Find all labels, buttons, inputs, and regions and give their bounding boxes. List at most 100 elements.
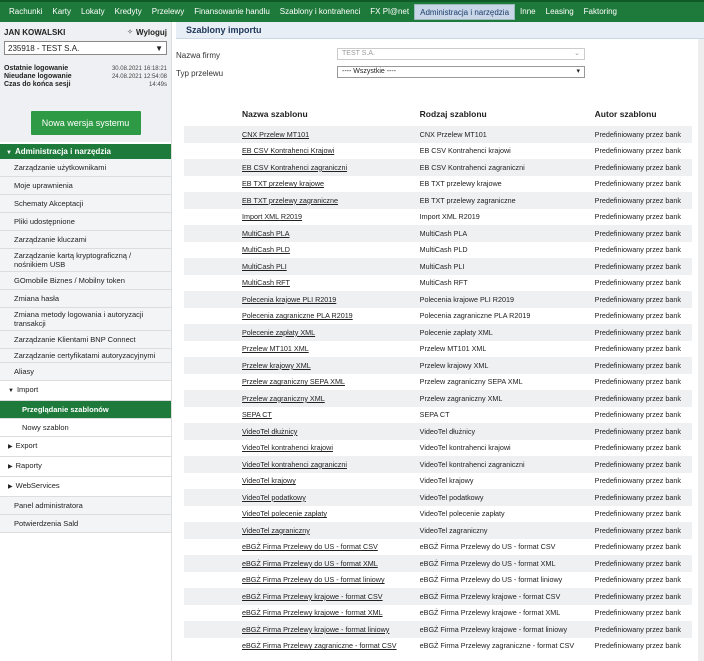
table-row: Import XML R2019 Import XML R2019 Predefin… <box>184 208 692 225</box>
template-name-link[interactable]: EB CSV Kontrahenci Krajowi <box>184 142 414 159</box>
nav-item[interactable]: Leasing <box>541 4 579 20</box>
nav-item[interactable]: Przelewy <box>147 4 189 20</box>
template-name-link[interactable]: VideoTel kontrahenci krajowi <box>184 439 414 456</box>
template-type: VideoTel krajowy <box>413 472 589 489</box>
template-name-link[interactable]: VideoTel dłużnicy <box>184 423 414 440</box>
template-author: Predefiniowany przez bank <box>588 621 692 638</box>
col-header-author: Autor szablonu <box>594 109 657 119</box>
menu-item[interactable]: GOmobile Biznes / Mobilny token <box>0 272 171 290</box>
menu-item[interactable]: Aliasy <box>0 363 171 381</box>
table-row: Polecenia zagraniczne PLA R2019 Polecenia… <box>184 307 692 324</box>
table-row: VideoTel podatkowy VideoTel podatkowy Pred… <box>184 489 692 506</box>
template-author: Predefiniowany przez bank <box>588 142 692 159</box>
template-name-link[interactable]: VideoTel kontrahenci zagraniczni <box>184 456 414 473</box>
menu-item-new-template[interactable]: Nowy szablon <box>0 419 171 437</box>
template-name-link[interactable]: MultiCash PLA <box>184 225 414 242</box>
sidebar: JAN KOWALSKI ✧ Wyloguj 235918 - TEST S.A… <box>0 22 172 661</box>
template-type: MultiCash PLD <box>413 241 589 258</box>
template-name-link[interactable]: Polecenia zagraniczne PLA R2019 <box>184 307 414 324</box>
menu-item-label: Zmiana hasła <box>14 294 60 303</box>
template-author: Predefiniowany przez bank <box>588 159 692 176</box>
template-name-link[interactable]: Przelew MT101 XML <box>184 340 414 357</box>
nav-item[interactable]: Rachunki <box>4 4 47 20</box>
template-name-link[interactable]: Polecenia krajowe PLI R2019 <box>184 291 414 308</box>
template-name-link[interactable]: MultiCash PLD <box>184 241 414 258</box>
template-name-link[interactable]: Przelew zagraniczny SEPA XML <box>184 373 414 390</box>
template-name-link[interactable]: eBGŻ Firma Przelewy zagraniczne - format… <box>184 637 414 654</box>
template-name-link[interactable]: Import XML R2019 <box>184 208 414 225</box>
nav-item[interactable]: Faktoring <box>579 4 622 20</box>
logout-button[interactable]: ✧ Wyloguj <box>127 28 167 37</box>
table-row: Przelew MT101 XML Przelew MT101 XML Predef… <box>184 340 692 357</box>
table-row: EB TXT przelewy krajowe EB TXT przelewy k… <box>184 175 692 192</box>
template-author: Predefiniowany przez bank <box>588 456 692 473</box>
logout-label: Wyloguj <box>136 27 167 37</box>
menu-group[interactable]: ▶ Export <box>0 437 171 457</box>
menu-item[interactable]: Potwierdzenia Sald <box>0 515 171 533</box>
menu-item[interactable]: Zarządzanie użytkownikami <box>0 159 171 177</box>
template-name-link[interactable]: Przelew krajowy XML <box>184 357 414 374</box>
template-name-link[interactable]: Polecenie zapłaty XML <box>184 324 414 341</box>
menu-group[interactable]: ▶ WebServices <box>0 477 171 497</box>
nav-item[interactable]: Lokaty <box>76 4 110 20</box>
account-select[interactable]: 235918 - TEST S.A. ▼ <box>4 41 167 55</box>
template-name-link[interactable]: VideoTel zagraniczny <box>184 522 414 539</box>
template-author: Predefiniowany przez bank <box>588 588 692 605</box>
template-name-link[interactable]: VideoTel podatkowy <box>184 489 414 506</box>
template-name-link[interactable]: eBGŻ Firma Przelewy krajowe - format lin… <box>184 621 414 638</box>
template-name-link[interactable]: eBGŻ Firma Przelewy do US - format linio… <box>184 571 414 588</box>
menu-item[interactable]: Moje uprawnienia <box>0 177 171 195</box>
template-type: eBGŻ Firma Przelewy do US - format linio… <box>413 571 589 588</box>
nav-item[interactable]: FX Pl@net <box>365 4 414 20</box>
menu-item[interactable]: Zmiana metody logowania i autoryzacji tr… <box>0 308 171 331</box>
new-version-button[interactable]: Nowa wersja systemu <box>30 111 141 135</box>
template-name-link[interactable]: MultiCash PLI <box>184 258 414 275</box>
menu-item[interactable]: Zarządzanie Klientami BNP Connect <box>0 331 171 349</box>
menu-item-label: Zarządzanie kluczami <box>14 235 87 244</box>
table-row: VideoTel zagraniczny VideoTel zagraniczny… <box>184 522 692 539</box>
template-type: EB CSV Kontrahenci zagraniczni <box>413 159 589 176</box>
nav-item[interactable]: Karty <box>47 4 76 20</box>
menu-group-import[interactable]: ▼ Import <box>0 381 171 401</box>
table-row: eBGŻ Firma Przelewy do US - format XML eB… <box>184 555 692 572</box>
menu-item[interactable]: Panel administratora <box>0 497 171 515</box>
transfer-type-select[interactable]: ---- Wszystkie ---- ▾ <box>337 66 585 78</box>
nav-item[interactable]: Kredyty <box>110 4 147 20</box>
template-name-link[interactable]: VideoTel polecenie zapłaty <box>184 505 414 522</box>
template-name-link[interactable]: eBGŻ Firma Przelewy do US - format CSV <box>184 538 414 555</box>
template-name-link[interactable]: EB TXT przelewy zagraniczne <box>184 192 414 209</box>
menu-item[interactable]: Zmiana hasła <box>0 290 171 308</box>
menu-item[interactable]: Zarządzanie kluczami <box>0 231 171 249</box>
menu-item-browse-templates[interactable]: Przeglądanie szablonów <box>0 401 171 419</box>
menu-group[interactable]: ▶ Raporty <box>0 457 171 477</box>
template-type: EB TXT przelewy krajowe <box>413 175 589 192</box>
template-name-link[interactable]: EB TXT przelewy krajowe <box>184 175 414 192</box>
template-name-link[interactable]: SEPA CT <box>184 406 414 423</box>
menu-item-label: GOmobile Biznes / Mobilny token <box>14 276 125 285</box>
template-author: Predefiniowany przez bank <box>588 274 692 291</box>
menu-section-admin[interactable]: ▼ Administracja i narzędzia <box>0 144 171 159</box>
filter-form: Nazwa firmy TEST S.A. ⌄ Typ przelewu ---… <box>176 39 704 78</box>
table-row: Przelew zagraniczny SEPA XML Przelew zagr… <box>184 373 692 390</box>
caret-right-icon: ▶ <box>8 484 13 490</box>
template-name-link[interactable]: eBGŻ Firma Przelewy krajowe - format CSV <box>184 588 414 605</box>
menu-item[interactable]: Pliki udostępnione <box>0 213 171 231</box>
nav-item[interactable]: Finansowanie handlu <box>189 4 275 20</box>
template-name-link[interactable]: CNX Przelew MT101 <box>184 126 414 143</box>
template-name-link[interactable]: eBGŻ Firma Przelewy krajowe - format XML <box>184 604 414 621</box>
template-name-link[interactable]: eBGŻ Firma Przelewy do US - format XML <box>184 555 414 572</box>
menu-item[interactable]: Schematy Akceptacji <box>0 195 171 213</box>
template-name-link[interactable]: Przelew zagraniczny XML <box>184 390 414 407</box>
menu-item[interactable]: Zarządzanie certyfikatami autoryzacyjnym… <box>0 349 171 363</box>
template-name-link[interactable]: MultiCash RFT <box>184 274 414 291</box>
scrollbar[interactable] <box>698 39 704 661</box>
menu-item[interactable]: Zarządzanie kartą kryptograficzną / nośn… <box>0 249 171 272</box>
template-type: Przelew krajowy XML <box>413 357 589 374</box>
nav-item[interactable]: Administracja i narzędzia <box>414 4 516 20</box>
template-name-link[interactable]: EB CSV Kontrahenci zagraniczni <box>184 159 414 176</box>
nav-item[interactable]: Inne <box>515 4 541 20</box>
nav-item[interactable]: Szablony i kontrahenci <box>275 4 366 20</box>
company-select[interactable]: TEST S.A. ⌄ <box>337 48 585 60</box>
template-type: VideoTel dłużnicy <box>413 423 589 440</box>
template-name-link[interactable]: VideoTel krajowy <box>184 472 414 489</box>
